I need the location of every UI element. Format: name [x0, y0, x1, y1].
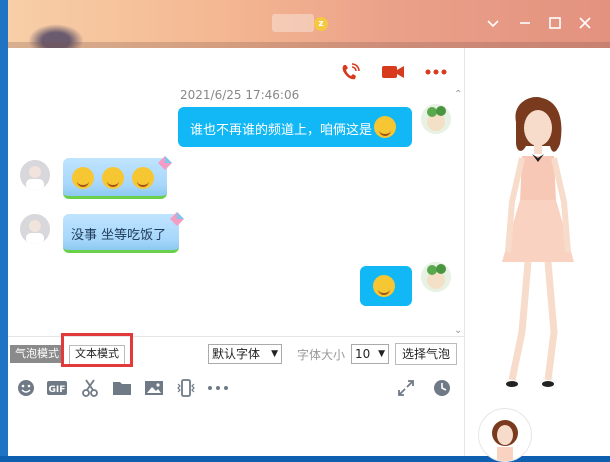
scissors-icon[interactable]: [80, 378, 100, 398]
scroll-up-icon[interactable]: ⌃: [454, 90, 464, 100]
message-text: 谁也不再谁的频道上，咱俩这是: [190, 123, 373, 138]
vip-badge-icon: z: [314, 17, 328, 31]
highlight-box: [61, 333, 133, 367]
laugh-emoji-icon: [72, 167, 94, 189]
shake-icon[interactable]: [176, 378, 196, 398]
font-family-value: 默认字体: [212, 347, 261, 361]
choose-bubble-button[interactable]: 选择气泡: [395, 343, 457, 365]
contact-avatar[interactable]: [20, 214, 50, 244]
kite-decoration-icon: [170, 211, 184, 226]
bubble-mode-button[interactable]: 气泡模式: [10, 345, 64, 363]
self-show-avatar[interactable]: [478, 408, 532, 462]
more-icon[interactable]: [424, 62, 448, 82]
font-size-select[interactable]: 10 ▼: [351, 344, 389, 364]
message-bubble-in: 没事 坐等吃饭了: [63, 214, 179, 253]
show-avatar-figure: [482, 92, 594, 392]
self-avatar[interactable]: [421, 262, 451, 292]
video-icon[interactable]: [380, 62, 404, 82]
more-tools-icon[interactable]: [206, 378, 228, 398]
history-icon[interactable]: [432, 378, 452, 398]
chevron-down-icon: ▼: [378, 349, 385, 359]
background-ground: [8, 42, 610, 48]
laugh-emoji-icon: [132, 167, 154, 189]
sidebar-divider: [464, 48, 465, 456]
contact-name-blurred: [272, 14, 314, 32]
message-text: 没事 坐等吃饭了: [71, 228, 167, 243]
image-icon[interactable]: [144, 378, 164, 398]
laugh-emoji-icon: [102, 167, 124, 189]
grin-emoji-icon: [374, 116, 396, 138]
title-bar: z: [8, 0, 610, 48]
font-size-label: 字体大小: [297, 348, 346, 362]
message-timestamp: 2021/6/25 17:46:06: [180, 88, 300, 102]
wink-emoji-icon: [373, 275, 395, 297]
maximize-icon[interactable]: [546, 14, 564, 32]
message-bubble-in: [63, 158, 167, 199]
close-icon[interactable]: [576, 14, 594, 32]
phone-icon[interactable]: [338, 62, 362, 82]
font-family-select[interactable]: 默认字体 ▼: [208, 344, 282, 364]
folder-icon[interactable]: [112, 378, 132, 398]
kite-decoration-icon: [158, 155, 172, 170]
gif-icon[interactable]: GIF: [46, 378, 67, 398]
message-bubble-out: 谁也不再谁的频道上，咱俩这是: [178, 107, 412, 147]
message-bubble-out: [360, 266, 412, 306]
minimize-icon[interactable]: [516, 14, 534, 32]
collapse-icon[interactable]: [484, 14, 502, 32]
font-size-value: 10: [355, 347, 371, 361]
chevron-down-icon: ▼: [271, 349, 278, 359]
self-avatar[interactable]: [421, 104, 451, 134]
chat-window: z 2021/6/25 17:46:06 ⌃ 谁也不再谁的频道上，咱俩这是 没事…: [8, 0, 610, 462]
contact-avatar[interactable]: [20, 160, 50, 190]
scroll-down-icon[interactable]: ⌄: [454, 326, 464, 336]
emoji-icon[interactable]: [16, 378, 36, 398]
svg-text:GIF: GIF: [49, 385, 66, 395]
expand-icon[interactable]: [396, 378, 416, 398]
